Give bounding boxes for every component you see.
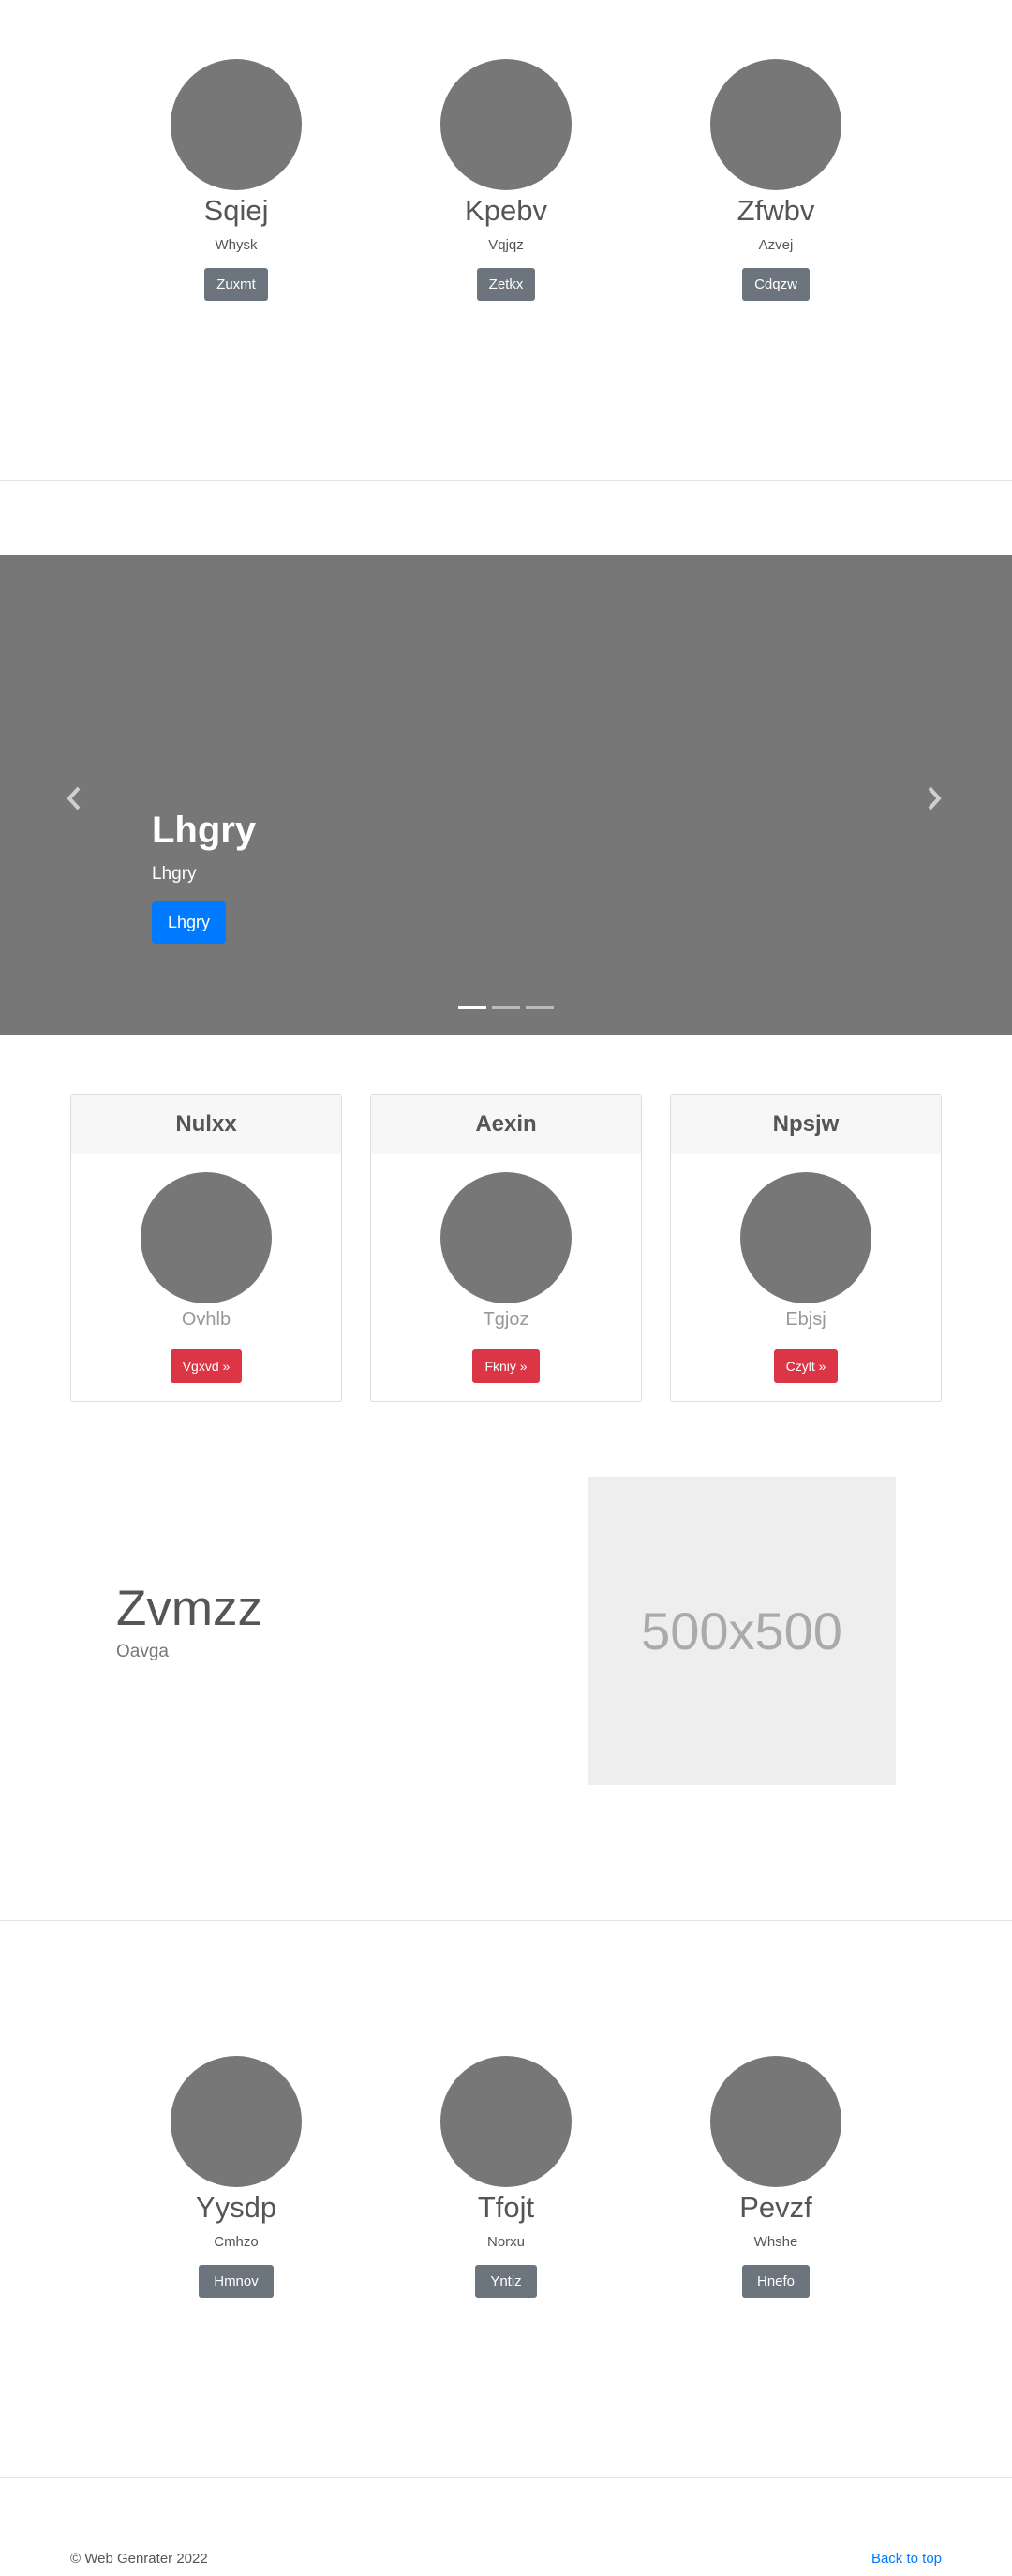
carousel-button[interactable]: Lhgry xyxy=(152,901,227,944)
chevron-right-icon[interactable] xyxy=(926,785,943,817)
carousel-title: Lhgry xyxy=(152,810,257,851)
carousel-caption: Lhgry Lhgry Lhgry xyxy=(152,810,256,944)
avatar xyxy=(740,1172,871,1303)
member-name: Tfojt xyxy=(477,2191,535,2224)
team-row-bottom: Yysdp Cmhzo Hmnov Tfojt Norxu Yntiz Pevz… xyxy=(0,2056,1012,2298)
member-button[interactable]: Zetkx xyxy=(476,267,536,301)
member-button[interactable]: Cdqzw xyxy=(742,267,810,301)
team-member: Tfojt Norxu Yntiz xyxy=(371,2056,641,2298)
divider xyxy=(0,1920,1012,1921)
card: Nulxx Ovhlb Vgxvd » xyxy=(70,1094,342,1402)
team-member: Sqiej Whysk Zuxmt xyxy=(101,59,371,301)
avatar xyxy=(710,59,841,190)
card-title: Aexin xyxy=(371,1095,641,1154)
copyright-text: © Web Genrater 2022 xyxy=(70,2551,208,2567)
member-role: Norxu xyxy=(486,2233,525,2250)
card-row: Nulxx Ovhlb Vgxvd » Aexin Tgjoz Fkniy » … xyxy=(70,1094,942,1402)
member-name: Sqiej xyxy=(203,194,269,227)
feature-subtitle: Oavga xyxy=(116,1642,169,1661)
member-role: Cmhzo xyxy=(214,2233,259,2250)
avatar xyxy=(440,59,572,190)
member-role: Vqjqz xyxy=(488,236,524,253)
member-role: Whshe xyxy=(753,2233,798,2250)
chevron-left-icon[interactable] xyxy=(66,785,82,817)
member-name: Yysdp xyxy=(195,2191,277,2224)
team-member: Kpebv Vqjqz Zetkx xyxy=(371,59,641,301)
card: Aexin Tgjoz Fkniy » xyxy=(370,1094,642,1402)
card-subtitle: Ebjsj xyxy=(785,1309,826,1330)
member-name: Zfwbv xyxy=(737,194,815,227)
team-member: Pevzf Whshe Hnefo xyxy=(641,2056,911,2298)
team-member: Zfwbv Azvej Cdqzw xyxy=(641,59,911,301)
avatar xyxy=(440,2056,572,2187)
team-member: Yysdp Cmhzo Hmnov xyxy=(101,2056,371,2298)
avatar xyxy=(141,1172,272,1303)
carousel-indicator[interactable] xyxy=(492,1006,520,1009)
member-name: Kpebv xyxy=(465,194,547,227)
placeholder-image: 500x500 xyxy=(588,1477,896,1785)
avatar xyxy=(440,1172,572,1303)
member-button[interactable]: Yntiz xyxy=(475,2264,537,2298)
carousel-indicators xyxy=(0,1006,1012,1009)
card-button[interactable]: Vgxvd » xyxy=(170,1349,243,1383)
team-row-top: Sqiej Whysk Zuxmt Kpebv Vqjqz Zetkx Zfwb… xyxy=(0,59,1012,301)
card-button[interactable]: Czylt » xyxy=(773,1349,839,1383)
member-button[interactable]: Zuxmt xyxy=(204,267,268,301)
feature-section: Zvmzz Oavga 500x500 xyxy=(0,1477,1012,1786)
member-role: Whysk xyxy=(215,236,258,253)
divider xyxy=(0,2477,1012,2478)
avatar xyxy=(171,59,302,190)
card-button[interactable]: Fkniy » xyxy=(472,1349,540,1383)
avatar xyxy=(710,2056,841,2187)
carousel-indicator[interactable] xyxy=(526,1006,554,1009)
card-subtitle: Ovhlb xyxy=(181,1309,231,1330)
hero-carousel: Lhgry Lhgry Lhgry xyxy=(0,555,1012,1035)
card-body: Ebjsj Czylt » xyxy=(671,1154,941,1383)
card: Npsjw Ebjsj Czylt » xyxy=(670,1094,942,1402)
avatar xyxy=(171,2056,302,2187)
member-button[interactable]: Hmnov xyxy=(199,2264,274,2298)
card-title: Nulxx xyxy=(71,1095,341,1154)
member-button[interactable]: Hnefo xyxy=(741,2264,811,2298)
divider xyxy=(0,480,1012,481)
feature-title: Zvmzz xyxy=(116,1581,263,1636)
carousel-indicator[interactable] xyxy=(458,1006,486,1009)
carousel-subtitle: Lhgry xyxy=(152,864,197,884)
card-body: Ovhlb Vgxvd » xyxy=(71,1154,341,1383)
card-subtitle: Tgjoz xyxy=(483,1309,529,1330)
card-title: Npsjw xyxy=(671,1095,941,1154)
member-role: Azvej xyxy=(758,236,794,253)
back-to-top-link[interactable]: Back to top xyxy=(871,2551,942,2567)
member-name: Pevzf xyxy=(739,2191,812,2224)
card-body: Tgjoz Fkniy » xyxy=(371,1154,641,1383)
